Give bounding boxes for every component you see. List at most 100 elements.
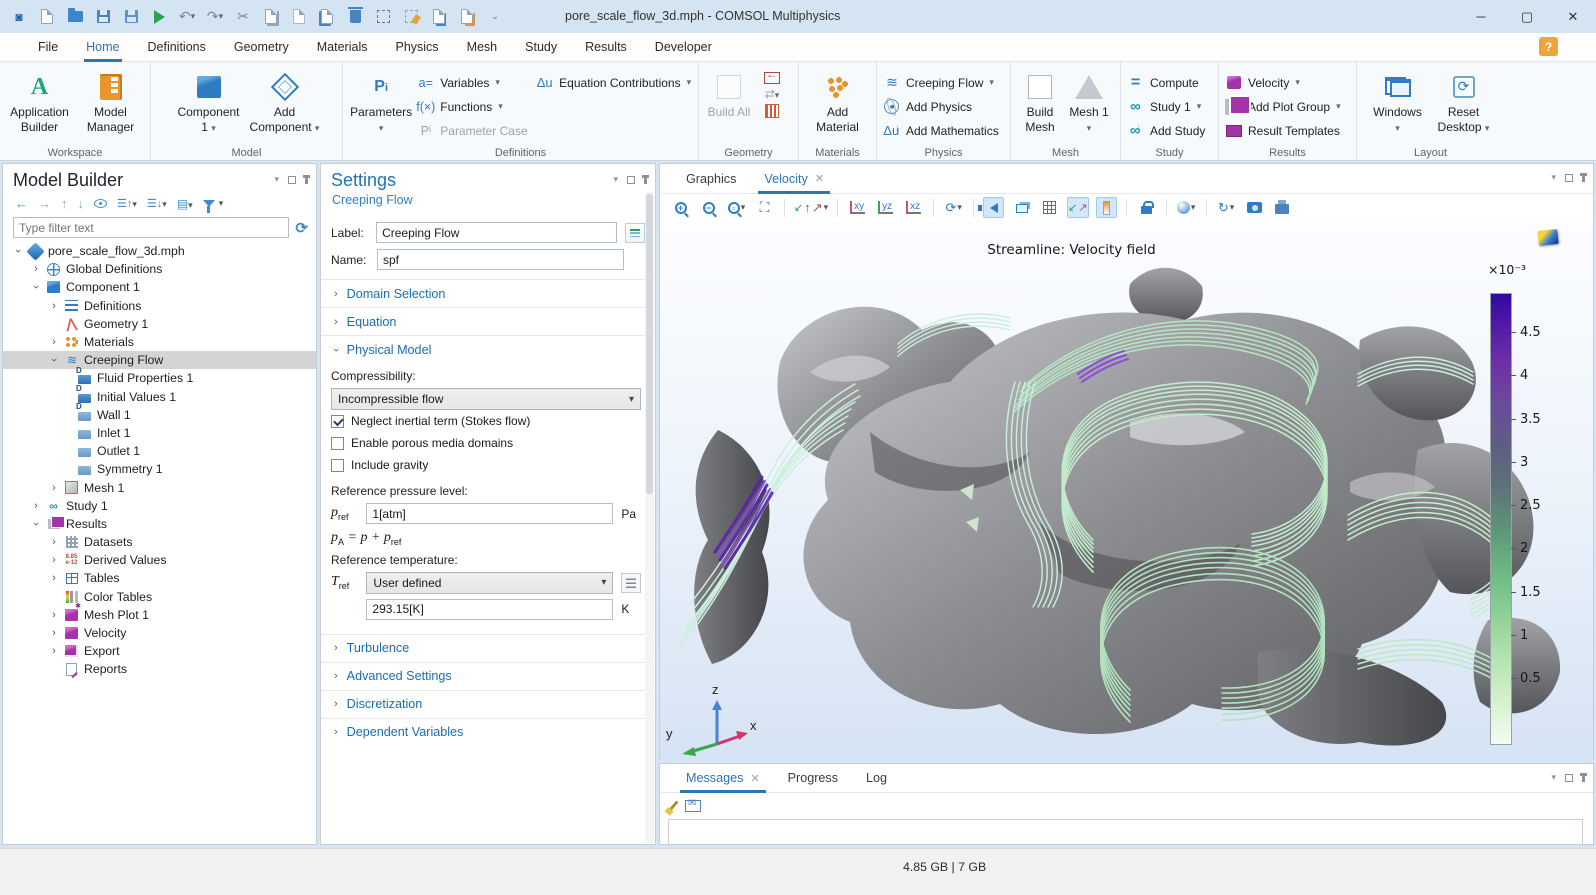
remove-details-icon[interactable]: [765, 104, 779, 118]
email-table-icon[interactable]: [685, 800, 701, 812]
label-input[interactable]: [376, 222, 617, 243]
section-dependent-variables[interactable]: ›Dependent Variables: [321, 719, 655, 746]
search-document-icon[interactable]: [458, 8, 476, 26]
pin-icon[interactable]: [305, 175, 308, 184]
add-plot-group-button[interactable]: Add Plot Group▾: [1225, 96, 1341, 117]
copy-icon[interactable]: [262, 8, 280, 26]
pin-icon[interactable]: [1582, 173, 1585, 182]
mesh-1-button[interactable]: Mesh 1 ▾: [1067, 70, 1111, 144]
save-icon[interactable]: [94, 8, 112, 26]
tree-item-outlet-1[interactable]: Outlet 1: [3, 442, 316, 460]
tree-item-wall-1[interactable]: Wall 1: [3, 406, 316, 424]
save-as-icon[interactable]: [122, 8, 140, 26]
component-1-button[interactable]: Component 1 ▾: [173, 70, 245, 144]
tree-item-fluid-properties-1[interactable]: Fluid Properties 1: [3, 369, 316, 387]
float-panel-icon[interactable]: [288, 176, 296, 184]
tree-item-export[interactable]: › Export: [3, 642, 316, 660]
parameter-case-button[interactable]: Pi Parameter Case: [417, 120, 532, 141]
section-physical-model[interactable]: ›Physical Model: [321, 336, 655, 363]
show-grid-icon[interactable]: [1039, 197, 1060, 218]
velocity-ribbon-button[interactable]: Velocity▾: [1225, 72, 1341, 93]
close-button[interactable]: ✕: [1550, 0, 1596, 33]
tree-item-initial-values-1[interactable]: Initial Values 1: [3, 388, 316, 406]
application-builder-button[interactable]: A Application Builder: [6, 70, 73, 144]
tree-item-mesh-plot-1[interactable]: › Mesh Plot 1: [3, 606, 316, 624]
tree-item-materials[interactable]: › Materials: [3, 333, 316, 351]
expand-all-icon[interactable]: ☰↓▾: [147, 197, 167, 210]
xz-view-icon[interactable]: xz: [903, 197, 924, 218]
node-display-icon[interactable]: ▤▾: [177, 197, 193, 211]
show-selection-icon[interactable]: [983, 197, 1004, 218]
close-tab-icon[interactable]: ✕: [750, 772, 759, 785]
study-1-button[interactable]: ∞ Study 1▾: [1127, 96, 1205, 117]
tree-item-geometry-1[interactable]: ⋀ Geometry 1: [3, 315, 316, 333]
add-study-button[interactable]: ∞↓ Add Study: [1127, 120, 1205, 141]
tab-progress[interactable]: Progress: [776, 763, 850, 793]
forward-icon[interactable]: →: [38, 196, 51, 211]
reset-desktop-button[interactable]: ⟳ Reset Desktop ▾: [1433, 70, 1495, 144]
tree-item-velocity[interactable]: › Velocity: [3, 624, 316, 642]
go-to-source-icon[interactable]: [621, 573, 641, 593]
pin-icon[interactable]: [644, 175, 647, 184]
tree-item-mesh-1[interactable]: › Mesh 1: [3, 478, 316, 496]
menu-tab-definitions[interactable]: Definitions: [134, 33, 220, 62]
undo-icon[interactable]: ↶▾: [178, 8, 196, 26]
refresh-icon[interactable]: ⟳: [295, 219, 308, 237]
add-physics-button[interactable]: Add Physics: [883, 96, 999, 117]
zoom-box-icon[interactable]: ▫▾: [726, 197, 747, 218]
move-down-icon[interactable]: ↓: [78, 196, 85, 211]
menu-tab-study[interactable]: Study: [511, 33, 571, 62]
model-manager-button[interactable]: Model Manager: [77, 70, 144, 144]
transparency-icon[interactable]: [1011, 197, 1032, 218]
tree-item-creeping-flow[interactable]: ›≋ Creeping Flow: [3, 351, 316, 369]
include-gravity-checkbox[interactable]: Include gravity: [331, 454, 641, 476]
graphics-canvas[interactable]: Streamline: Velocity field ×10⁻³ 4.5 4 3…: [660, 222, 1593, 760]
snapshot-icon[interactable]: [1244, 197, 1265, 218]
creeping-flow-ribbon-button[interactable]: ≋ Creeping Flow▾: [883, 72, 999, 93]
yz-view-icon[interactable]: yz: [875, 197, 896, 218]
xy-view-icon[interactable]: xy: [847, 197, 868, 218]
open-file-icon[interactable]: [66, 8, 84, 26]
functions-button[interactable]: f(×) Functions▾: [417, 96, 532, 117]
go-to-default-view-icon[interactable]: ↙↑↗▾: [794, 197, 828, 218]
section-discretization[interactable]: ›Discretization: [321, 691, 655, 718]
tree-item-datasets[interactable]: › Datasets: [3, 533, 316, 551]
filter-icon[interactable]: [203, 200, 215, 207]
compressibility-dropdown[interactable]: Incompressible flow▾: [331, 388, 641, 410]
settings-scrollbar[interactable]: [645, 192, 654, 843]
maximize-button[interactable]: ▢: [1504, 0, 1550, 33]
float-panel-icon[interactable]: [1565, 774, 1573, 782]
result-templates-button[interactable]: Result Templates: [1225, 120, 1341, 141]
section-equation[interactable]: ›Equation: [321, 308, 655, 335]
tree-item-derived-values[interactable]: ›8.85e-12 Derived Values: [3, 551, 316, 569]
build-mesh-button[interactable]: Build Mesh: [1017, 70, 1063, 144]
paste-icon[interactable]: [290, 8, 308, 26]
equation-contributions-button[interactable]: Δu Equation Contributions▾: [536, 72, 692, 93]
color-legend-icon[interactable]: [1096, 197, 1117, 218]
select-box-icon[interactable]: [374, 8, 392, 26]
axis-orientation-icon[interactable]: ↙↗: [1067, 197, 1088, 218]
collapse-all-icon[interactable]: ☰↑▾: [117, 197, 137, 210]
run-icon[interactable]: [150, 8, 168, 26]
tab-graphics[interactable]: Graphics: [674, 164, 748, 194]
float-panel-icon[interactable]: [1565, 174, 1573, 182]
tab-log[interactable]: Log: [854, 763, 899, 793]
chevron-down-icon[interactable]: ▾: [613, 174, 618, 185]
float-panel-icon[interactable]: [627, 176, 635, 184]
zoom-out-icon[interactable]: −: [698, 197, 719, 218]
tree-item-tables[interactable]: › Tables: [3, 569, 316, 587]
menu-tab-developer[interactable]: Developer: [641, 33, 726, 62]
tab-messages[interactable]: Messages✕: [674, 763, 772, 793]
menu-tab-results[interactable]: Results: [571, 33, 641, 62]
chevron-down-icon[interactable]: ▾: [1551, 772, 1556, 783]
menu-tab-mesh[interactable]: Mesh: [453, 33, 512, 62]
tree-item-study-1[interactable]: ›∞ Study 1: [3, 497, 316, 515]
menu-tab-materials[interactable]: Materials: [303, 33, 382, 62]
add-mathematics-button[interactable]: Δu↓ Add Mathematics: [883, 120, 999, 141]
zoom-in-icon[interactable]: +: [670, 197, 691, 218]
lock-camera-icon[interactable]: [1136, 197, 1157, 218]
compute-button[interactable]: = Compute: [1127, 72, 1205, 93]
tree-item-reports[interactable]: Reports: [3, 660, 316, 678]
parameters-button[interactable]: Pi Parameters▾: [349, 70, 413, 144]
name-input[interactable]: [377, 249, 624, 270]
